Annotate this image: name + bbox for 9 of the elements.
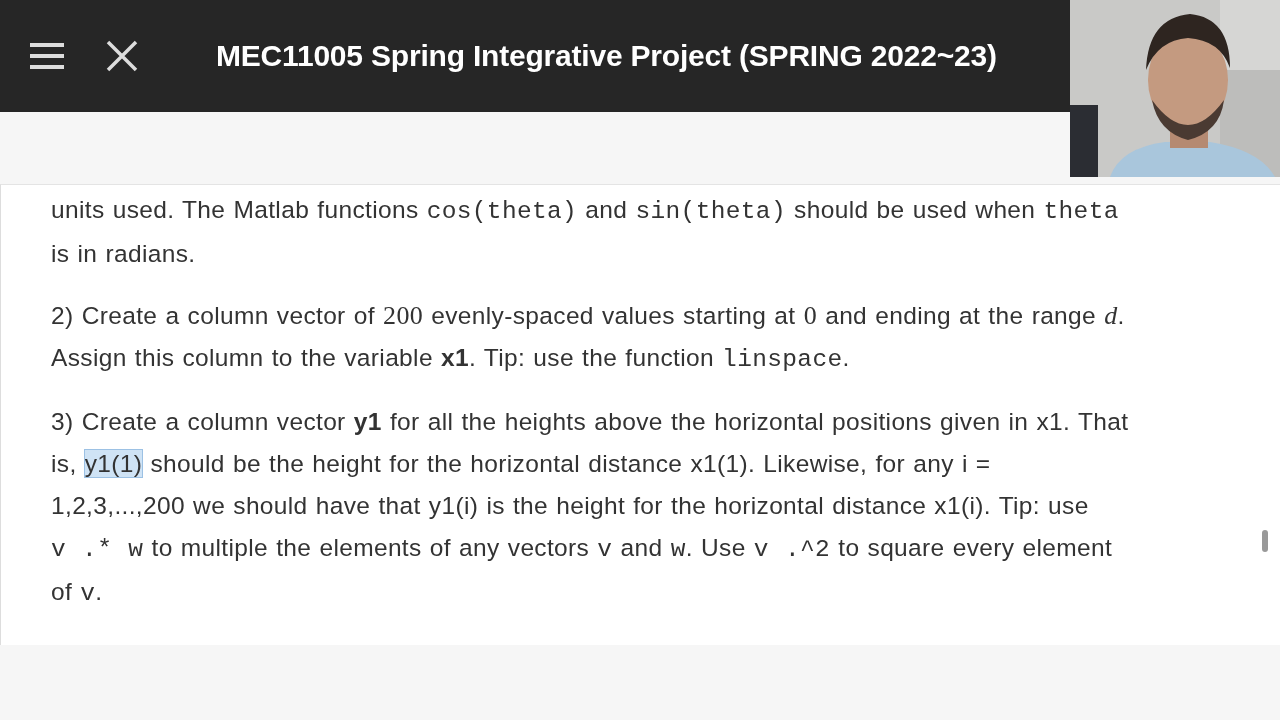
instruction-paragraph: 2) Create a column vector of 200 evenly-spaced values starting at 0 and ending at the range d. Assign this column to the variable x1. Tip: use the function linspace. — [51, 300, 1126, 375]
scrollbar-thumb[interactable] — [1262, 530, 1268, 552]
menu-button[interactable] — [30, 43, 64, 69]
menu-icon — [30, 43, 64, 69]
close-button[interactable] — [106, 40, 138, 72]
instruction-paragraph: units used. The Matlab functions cos(theta) and sin(theta) should be used when theta is in radians. — [51, 195, 1120, 269]
course-title: MEC11005 Spring Integrative Project (SPRING 2022~23) — [216, 39, 997, 73]
close-icon — [106, 40, 138, 72]
instruction-paragraph: 3) Create a column vector y1 for all the heights above the horizontal positions given in x1. That is, y1(1) should be the height for the horizontal distance x1(1). Likewise, for any i = 1,2,3,...,200 we should have that y1(i) is the height for the horizontal distance x1(i). Tip: use v .* w to multiple the elements of any vectors v and w. Use v .^2 to square every element of v. — [51, 407, 1130, 609]
